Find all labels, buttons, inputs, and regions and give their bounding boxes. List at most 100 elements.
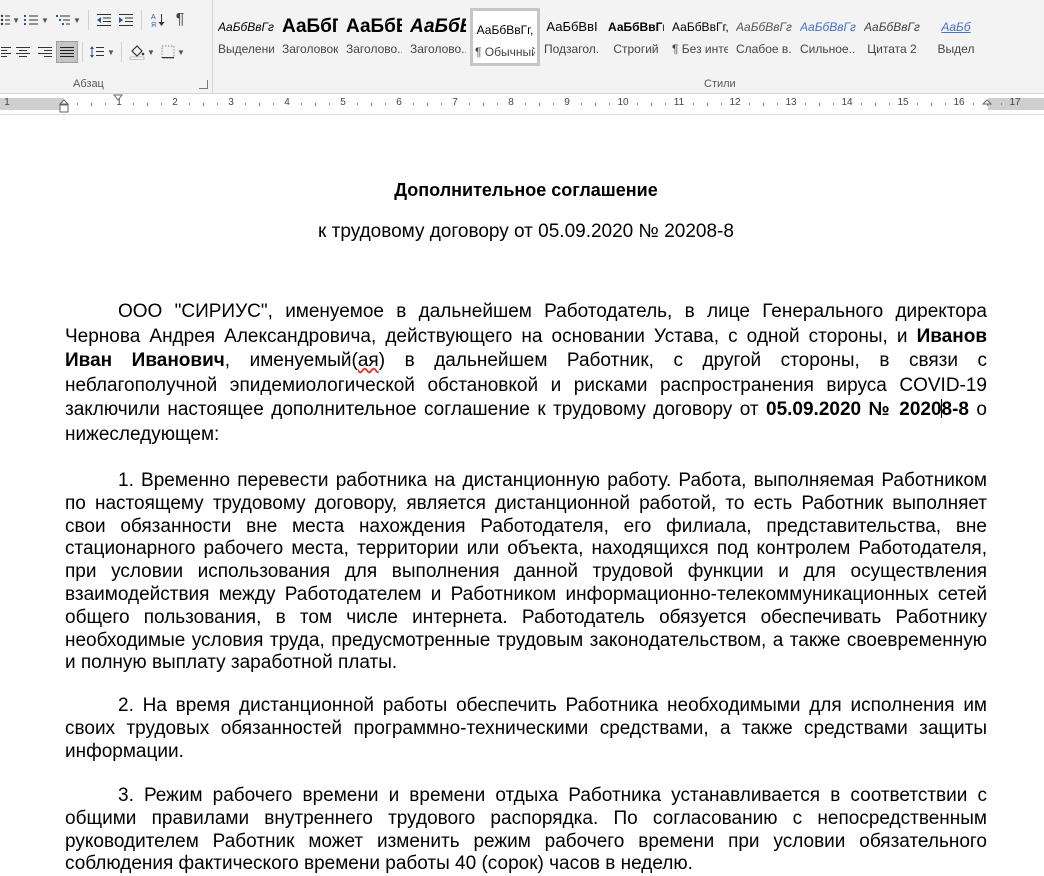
ruler-tick	[441, 103, 442, 105]
style-name: Выделение	[218, 42, 274, 56]
justify-button[interactable]	[56, 41, 78, 63]
style-name: Подзагол...	[544, 42, 600, 56]
ruler-tick	[77, 103, 78, 105]
ruler-number: 14	[841, 97, 853, 108]
ruler-number: 1	[4, 97, 10, 108]
style-heading-2[interactable]: АаБбЕ Заголово...	[342, 8, 406, 66]
borders-icon	[161, 45, 175, 59]
ruler-tick	[749, 103, 750, 105]
style-name: Строгий	[613, 42, 659, 56]
show-formatting-button[interactable]: ¶	[170, 9, 190, 31]
style-quote-2[interactable]: АаБбВвГг Цитата 2	[860, 8, 924, 66]
ruler-tick	[525, 103, 526, 105]
ruler-tick	[245, 103, 246, 105]
ruler-tick	[721, 103, 722, 105]
ruler-tick	[105, 103, 106, 105]
styles-gallery: АаБбВвГг Выделение АаБбГ Заголовок АаБбЕ…	[214, 8, 1044, 66]
paragraph-group-label: Абзац	[73, 78, 104, 90]
ruler-tick	[665, 103, 666, 105]
ruler-tick	[301, 103, 302, 105]
bullets-button[interactable]: ▼	[0, 9, 20, 31]
spelling-error[interactable]: ая	[358, 350, 379, 371]
style-name: ¶ Без инте...	[672, 42, 728, 56]
style-preview: АаБбГ	[282, 16, 338, 37]
document-subtitle: к трудовому договору от 05.09.2020 № 202…	[318, 221, 734, 242]
increase-indent-button[interactable]	[115, 9, 137, 31]
clause-2: 2. На время дистанционной работы обеспеч…	[65, 695, 987, 762]
line-spacing-button[interactable]: ▼	[87, 41, 117, 63]
ribbon: ▼ ▼ ▼ АЯ ¶ ▼ ▼ ▼ Абзац АаБбВвГг Выделени…	[0, 0, 1044, 94]
ruler-tick	[595, 103, 596, 106]
style-preview: АаБбВвГг,	[672, 20, 728, 34]
horizontal-ruler[interactable]: 1 1 2 3 4 5 6 7 8 9 10 11 12 13 14 15 16 17	[0, 94, 1044, 115]
svg-text:Я: Я	[151, 22, 156, 28]
align-left-button[interactable]	[0, 41, 12, 63]
style-name: ¶ Обычный	[475, 45, 535, 59]
ruler-tick	[133, 103, 134, 105]
ruler-number: 7	[452, 97, 458, 108]
ruler-number: 9	[564, 97, 570, 108]
style-subtitle[interactable]: АаБбВвІ Подзагол...	[540, 8, 604, 66]
style-name: Цитата 2	[867, 42, 917, 56]
decrease-indent-button[interactable]	[93, 9, 115, 31]
style-preview: АаБбЕ	[346, 16, 402, 37]
style-emphasis[interactable]: АаБбВвГг Выделение	[214, 8, 278, 66]
ruler-tick	[371, 103, 372, 106]
bullets-icon	[0, 14, 11, 26]
ruler-number: 2	[172, 97, 178, 108]
style-heading-3[interactable]: АаБбВ Заголово...	[406, 8, 470, 66]
intro-text: , именуемый(	[224, 350, 358, 371]
style-normal[interactable]: АаБбВвГг, ¶ Обычный	[470, 8, 540, 66]
numbering-button[interactable]: ▼	[20, 9, 52, 31]
ruler-tick	[945, 103, 946, 105]
ruler-tick	[217, 103, 218, 105]
svg-text:А: А	[151, 14, 156, 21]
ruler-tick	[189, 103, 190, 105]
right-indent-marker[interactable]	[982, 94, 994, 106]
ruler-tick	[273, 103, 274, 105]
borders-button[interactable]: ▼	[158, 41, 188, 63]
style-intense-reference[interactable]: АаБб Выдел	[924, 8, 988, 66]
align-right-button[interactable]	[34, 41, 56, 63]
styles-group-label: Стили	[704, 78, 736, 90]
ruler-number: 6	[396, 97, 402, 108]
document-page[interactable]: Дополнительное соглашение к трудовому до…	[0, 115, 1044, 874]
chevron-down-icon: ▼	[41, 15, 49, 25]
ruler-tick	[581, 103, 582, 105]
ruler-tick	[413, 103, 414, 105]
style-preview: АаБбВвГг	[736, 20, 792, 34]
ruler-tick	[707, 103, 708, 106]
style-subtle-emphasis[interactable]: АаБбВвГг Слабое в...	[732, 8, 796, 66]
chevron-down-icon: ▼	[177, 47, 185, 57]
first-line-indent-marker[interactable]	[113, 94, 125, 104]
style-intense-emphasis[interactable]: АаБбВвГг Сильное...	[796, 8, 860, 66]
shading-button[interactable]: ▼	[126, 41, 158, 63]
style-name: Заголово...	[410, 42, 466, 56]
style-heading-1[interactable]: АаБбГ Заголовок	[278, 8, 342, 66]
paragraph-group: ▼ ▼ ▼ АЯ ¶ ▼ ▼ ▼ Абзац	[0, 0, 213, 93]
style-preview: АаБбВвГг,	[476, 23, 534, 37]
style-strong[interactable]: АаБбВвГг, Строгий	[604, 8, 668, 66]
style-no-spacing[interactable]: АаБбВвГг, ¶ Без инте...	[668, 8, 732, 66]
chevron-down-icon: ▼	[147, 47, 155, 57]
ruler-tick	[973, 103, 974, 105]
paragraph-dialog-launcher[interactable]	[199, 80, 208, 89]
ruler-tick	[315, 103, 316, 106]
clause-3: 3. Режим рабочего времени и времени отды…	[65, 785, 987, 875]
ruler-number: 16	[953, 97, 965, 108]
ruler-tick	[861, 103, 862, 105]
style-name: Сильное...	[800, 42, 856, 56]
style-preview: АаБбВвІ	[546, 19, 598, 34]
ruler-number: 10	[617, 97, 629, 108]
ruler-tick	[637, 103, 638, 105]
hanging-indent-marker[interactable]	[59, 94, 71, 114]
sort-button[interactable]: АЯ	[146, 9, 170, 31]
separator	[121, 42, 122, 62]
ruler-tick	[609, 103, 610, 105]
align-center-button[interactable]	[12, 41, 34, 63]
ruler-tick	[553, 103, 554, 105]
chevron-down-icon: ▼	[12, 15, 20, 25]
justify-icon	[60, 47, 74, 57]
multilevel-list-button[interactable]: ▼	[52, 9, 84, 31]
ruler-tick	[91, 103, 92, 106]
